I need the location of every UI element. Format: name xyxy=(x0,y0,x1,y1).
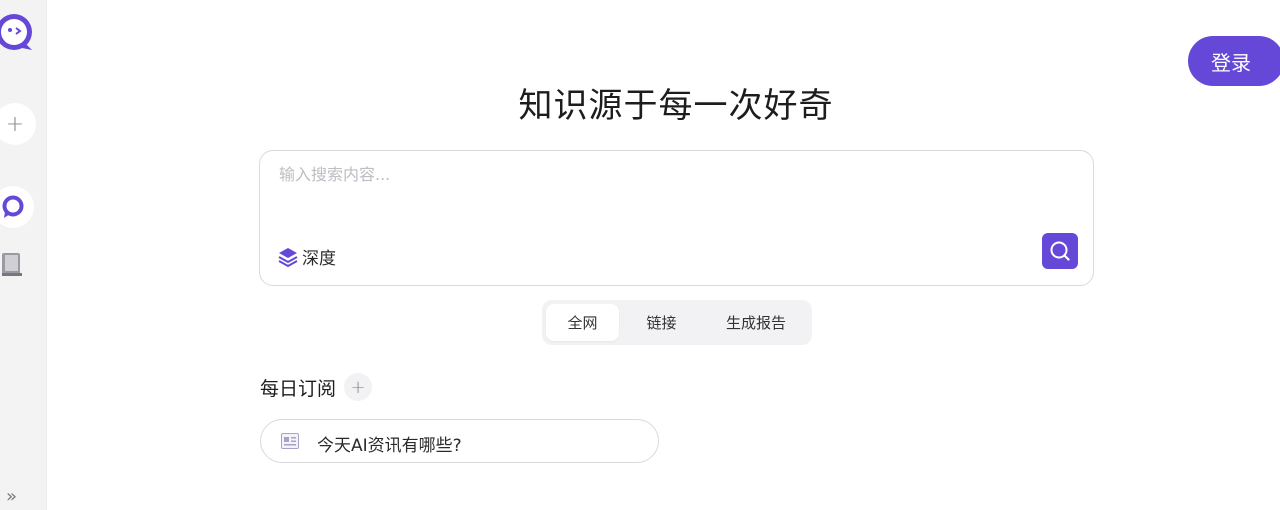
search-button[interactable] xyxy=(1042,233,1078,269)
book-icon[interactable] xyxy=(0,252,24,278)
search-box: 深度 xyxy=(259,150,1094,286)
chat-bubble-icon xyxy=(2,195,24,218)
double-chevron-right-icon[interactable]: » xyxy=(6,486,17,507)
daily-subscription-title: 每日订阅 xyxy=(260,378,337,400)
tab-link-label: 链接 xyxy=(646,314,677,332)
layers-icon xyxy=(278,247,298,267)
login-label: 登录 xyxy=(1211,50,1251,75)
deep-toggle[interactable]: 深度 xyxy=(278,244,336,269)
search-icon xyxy=(1050,241,1070,261)
sidebar-item-chat[interactable] xyxy=(0,186,34,228)
search-scope-tabs: 全网 链接 生成报告 xyxy=(542,300,812,345)
app-logo[interactable] xyxy=(0,12,34,52)
plus-icon: + xyxy=(350,376,366,398)
tab-link[interactable]: 链接 xyxy=(625,304,698,341)
subscription-item[interactable]: 今天AI资讯有哪些? xyxy=(260,419,659,463)
subscription-item-text: 今天AI资讯有哪些? xyxy=(317,436,462,456)
deep-label: 深度 xyxy=(302,249,336,269)
sidebar: + » xyxy=(0,0,47,510)
newspaper-icon xyxy=(281,433,299,449)
tab-web-label: 全网 xyxy=(567,314,598,332)
page-title: 知识源于每一次好奇 xyxy=(518,86,834,126)
tab-report[interactable]: 生成报告 xyxy=(706,304,806,341)
search-input[interactable] xyxy=(279,165,1039,184)
tab-web[interactable]: 全网 xyxy=(546,304,619,341)
tab-report-label: 生成报告 xyxy=(725,314,786,332)
add-subscription-button[interactable]: + xyxy=(344,373,372,401)
